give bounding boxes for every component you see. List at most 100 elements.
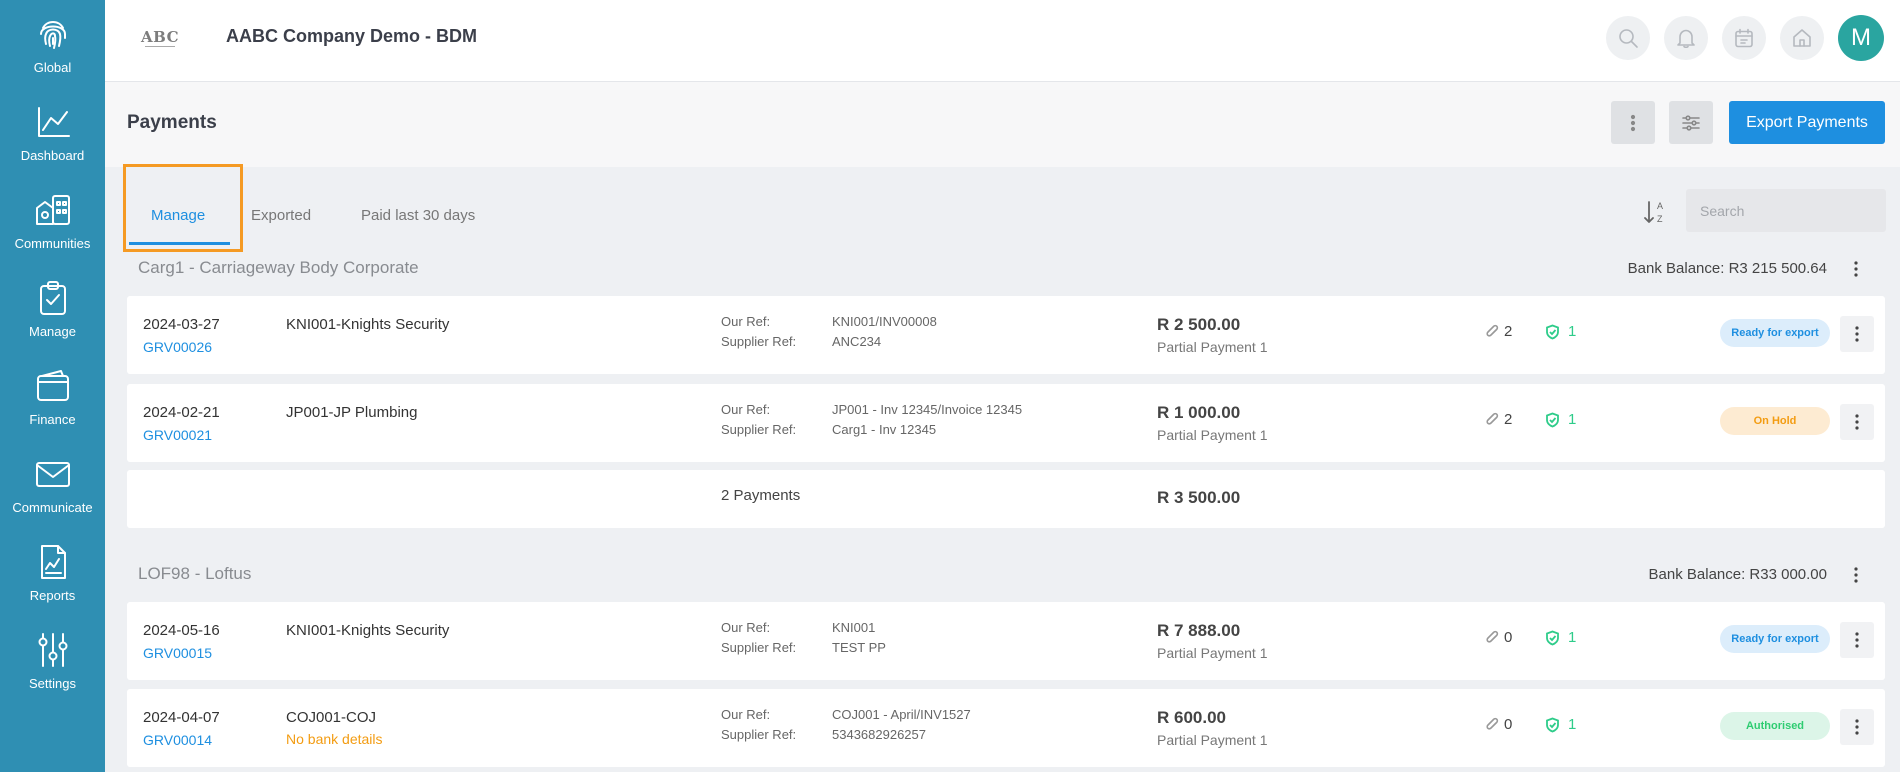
vertical-dots-icon bbox=[1854, 567, 1858, 583]
vertical-dots-icon bbox=[1630, 114, 1636, 131]
table-row[interactable]: 2024-04-07 GRV00014 COJ001-COJ No bank d… bbox=[127, 689, 1885, 767]
table-row[interactable]: 2024-02-21 GRV00021 JP001-JP Plumbing Ou… bbox=[127, 384, 1885, 462]
table-row[interactable]: 2024-05-16 GRV00015 KNI001-Knights Secur… bbox=[127, 602, 1885, 680]
attachments-value: 0 bbox=[1504, 716, 1513, 733]
supplier-ref-value: 5343682926257 bbox=[832, 727, 926, 742]
vertical-dots-icon bbox=[1855, 632, 1859, 648]
home-button[interactable] bbox=[1780, 16, 1824, 60]
shield-check-icon bbox=[1546, 412, 1559, 427]
warning-text: No bank details bbox=[286, 731, 383, 747]
tab-paid-last-30-days[interactable]: Paid last 30 days bbox=[361, 207, 475, 224]
group-menu-button[interactable] bbox=[1845, 563, 1867, 587]
payment-type: Partial Payment 1 bbox=[1157, 645, 1268, 661]
approvals-count[interactable]: 1 bbox=[1545, 716, 1576, 733]
grv-link[interactable]: GRV00021 bbox=[143, 427, 212, 443]
row-menu-button[interactable] bbox=[1840, 709, 1874, 745]
bank-balance: Bank Balance: R3 215 500.64 bbox=[1627, 260, 1827, 277]
grv-link[interactable]: GRV00014 bbox=[143, 732, 212, 748]
row-menu-button[interactable] bbox=[1840, 316, 1874, 352]
payment-amount: R 1 000.00 bbox=[1157, 403, 1241, 422]
supplier-ref-label: Supplier Ref: bbox=[721, 727, 797, 742]
payment-date: 2024-02-21 bbox=[143, 404, 220, 421]
avatar[interactable]: M bbox=[1838, 15, 1884, 61]
supplier-name: COJ001-COJ bbox=[286, 709, 377, 726]
vertical-dots-icon bbox=[1855, 326, 1859, 342]
paperclip-icon bbox=[1486, 630, 1499, 643]
row-menu-button[interactable] bbox=[1840, 404, 1874, 440]
sidebar-item-label: Settings bbox=[29, 676, 76, 691]
supplier-name: KNI001-Knights Security bbox=[286, 622, 450, 639]
our-ref-value: KNI001 bbox=[832, 620, 876, 635]
search-button[interactable] bbox=[1606, 16, 1650, 60]
tab-manage[interactable]: Manage bbox=[151, 207, 205, 224]
approvals-value: 1 bbox=[1568, 411, 1577, 428]
company-logo: ABC bbox=[141, 28, 180, 46]
our-ref-label: Our Ref: bbox=[721, 620, 771, 635]
sort-az-icon[interactable]: A Z bbox=[1643, 198, 1669, 226]
paperclip-icon bbox=[1486, 412, 1499, 425]
sidebar-item-communities[interactable]: Communities bbox=[0, 190, 105, 278]
paperclip-icon bbox=[1486, 717, 1499, 730]
group-menu-button[interactable] bbox=[1845, 257, 1867, 281]
our-ref-label: Our Ref: bbox=[721, 402, 771, 417]
sidebar-item-dashboard[interactable]: Dashboard bbox=[0, 102, 105, 190]
supplier-ref-label: Supplier Ref: bbox=[721, 334, 797, 349]
group-summary: 2 Payments R 3 500.00 bbox=[127, 470, 1885, 528]
buildings-icon bbox=[35, 195, 70, 225]
attachments-value: 0 bbox=[1504, 629, 1513, 646]
approvals-count[interactable]: 1 bbox=[1545, 411, 1576, 428]
clipboard-check-icon bbox=[39, 281, 66, 315]
shield-check-icon bbox=[1546, 717, 1559, 732]
more-options-button[interactable] bbox=[1611, 101, 1655, 144]
home-icon bbox=[1793, 29, 1811, 47]
payments-count: 2 Payments bbox=[721, 487, 801, 504]
sidebar-item-communicate[interactable]: Communicate bbox=[0, 454, 105, 542]
sidebar-item-finance[interactable]: Finance bbox=[0, 366, 105, 454]
attachments-value: 2 bbox=[1504, 411, 1513, 428]
export-payments-button[interactable]: Export Payments bbox=[1729, 101, 1885, 144]
table-row[interactable]: 2024-03-27 GRV00026 KNI001-Knights Secur… bbox=[127, 296, 1885, 374]
sidebar-item-manage[interactable]: Manage bbox=[0, 278, 105, 366]
attachments-count[interactable]: 2 bbox=[1485, 411, 1512, 428]
vertical-dots-icon bbox=[1854, 261, 1858, 277]
approvals-count[interactable]: 1 bbox=[1545, 323, 1576, 340]
tab-exported[interactable]: Exported bbox=[251, 207, 311, 224]
grv-link[interactable]: GRV00026 bbox=[143, 339, 212, 355]
our-ref-value: JP001 - Inv 12345/Invoice 12345 bbox=[832, 402, 1023, 417]
supplier-name: KNI001-Knights Security bbox=[286, 316, 450, 333]
payment-amount: R 2 500.00 bbox=[1157, 315, 1241, 334]
supplier-name: JP001-JP Plumbing bbox=[286, 404, 418, 421]
logo-underline bbox=[145, 46, 175, 47]
approvals-count[interactable]: 1 bbox=[1545, 629, 1576, 646]
attachments-count[interactable]: 2 bbox=[1485, 323, 1512, 340]
notifications-button[interactable] bbox=[1664, 16, 1708, 60]
payments-total: R 3 500.00 bbox=[1157, 488, 1241, 507]
status-badge: On Hold bbox=[1720, 407, 1830, 435]
sidebar-item-settings[interactable]: Settings bbox=[0, 630, 105, 718]
sidebar-item-label: Manage bbox=[29, 324, 76, 339]
row-menu-button[interactable] bbox=[1840, 622, 1874, 658]
sidebar-item-reports[interactable]: Reports bbox=[0, 542, 105, 630]
payment-amount: R 7 888.00 bbox=[1157, 621, 1241, 640]
wallet-icon bbox=[36, 370, 69, 401]
search-icon bbox=[1619, 29, 1638, 48]
filter-settings-button[interactable] bbox=[1669, 101, 1713, 144]
svg-text:A: A bbox=[1657, 201, 1663, 211]
attachments-count[interactable]: 0 bbox=[1485, 716, 1512, 733]
payment-date: 2024-05-16 bbox=[143, 622, 220, 639]
sidebar-item-global[interactable]: Global bbox=[0, 14, 105, 102]
search-input[interactable] bbox=[1686, 189, 1886, 232]
active-tab-underline bbox=[129, 242, 230, 245]
sidebar-item-label: Reports bbox=[29, 588, 76, 603]
vertical-dots-icon bbox=[1855, 414, 1859, 430]
bank-balance: Bank Balance: R33 000.00 bbox=[1648, 566, 1827, 583]
bell-icon bbox=[1677, 29, 1695, 49]
attachments-count[interactable]: 0 bbox=[1485, 629, 1512, 646]
calendar-button[interactable] bbox=[1722, 16, 1766, 60]
payment-date: 2024-03-27 bbox=[143, 316, 220, 333]
grv-link[interactable]: GRV00015 bbox=[143, 645, 212, 661]
sidebar-item-label: Communicate bbox=[12, 500, 93, 515]
company-name: AABC Company Demo - BDM bbox=[226, 26, 478, 46]
approvals-value: 1 bbox=[1568, 716, 1577, 733]
svg-text:Z: Z bbox=[1657, 214, 1663, 224]
